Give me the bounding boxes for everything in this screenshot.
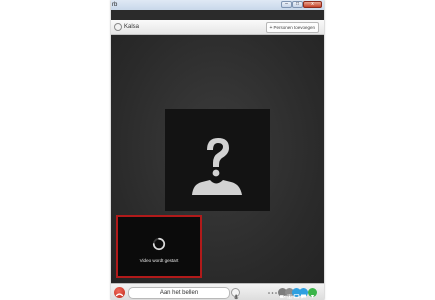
- add-people-label: Personen toevoegen: [273, 25, 315, 30]
- self-video-preview: Video wordt gestart: [116, 215, 202, 278]
- menu-icon: [310, 295, 315, 298]
- chat-button[interactable]: [299, 288, 308, 299]
- microphone-icon: [234, 294, 239, 300]
- unknown-person-icon: [192, 138, 242, 195]
- menu-button[interactable]: [308, 288, 317, 298]
- chat-icon: [301, 294, 306, 299]
- loading-spinner-icon: [152, 237, 166, 251]
- volume-icon[interactable]: [268, 292, 277, 294]
- microphone-button[interactable]: [231, 288, 240, 300]
- add-people-button[interactable]: +Personen toevoegen: [265, 22, 319, 33]
- call-controls-bar: Aan het bellen: [111, 283, 324, 300]
- window-title: rb: [112, 2, 118, 8]
- contact-name[interactable]: Kalsa: [124, 20, 139, 34]
- plus-icon: +: [269, 25, 273, 31]
- contact-status-icon: [114, 23, 122, 31]
- video-stage: Video wordt gestart: [111, 35, 324, 283]
- close-button[interactable]: x: [303, 1, 322, 8]
- remote-video: [165, 109, 270, 211]
- call-window: rb – □ x Kalsa +Personen toevoegen Video…: [111, 0, 324, 300]
- minimize-button[interactable]: –: [281, 1, 292, 8]
- hangup-icon: [115, 293, 124, 297]
- maximize-button[interactable]: □: [292, 1, 303, 8]
- call-status-field: Aan het bellen: [128, 287, 230, 299]
- call-header: Kalsa +Personen toevoegen: [111, 20, 324, 35]
- self-preview-status: Video wordt gestart: [139, 258, 179, 263]
- window-titlebar: rb – □ x: [111, 0, 324, 10]
- hangup-button[interactable]: [114, 287, 125, 298]
